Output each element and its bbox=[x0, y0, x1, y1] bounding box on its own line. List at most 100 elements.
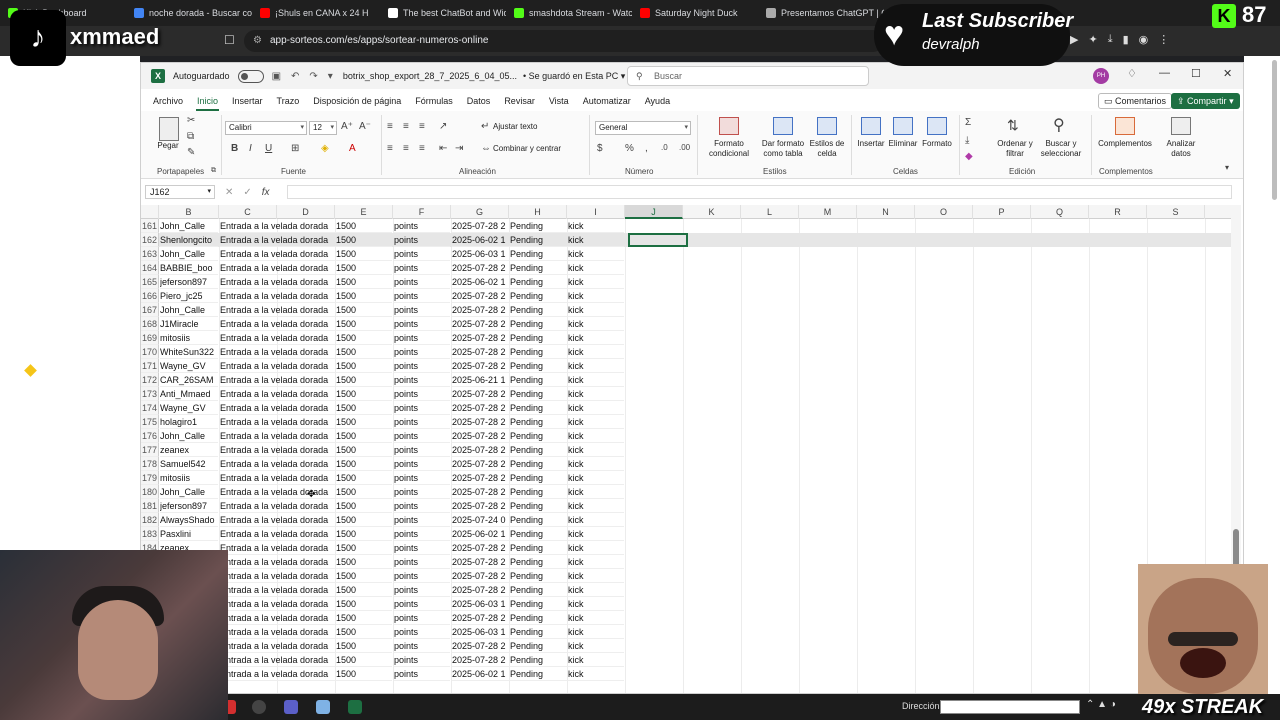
cell-date[interactable]: 2025-07-28 2 bbox=[452, 499, 510, 513]
underline-icon[interactable]: U bbox=[265, 143, 272, 154]
cell-status[interactable]: Pending bbox=[510, 401, 568, 415]
cell-platform[interactable]: kick bbox=[568, 415, 624, 429]
cell-item[interactable]: Entrada a la velada dorada bbox=[220, 457, 338, 471]
align-center-icon[interactable]: ≡ bbox=[403, 143, 409, 154]
cell-platform[interactable]: kick bbox=[568, 219, 624, 233]
cell-cost[interactable]: 1500 bbox=[336, 485, 392, 499]
cell-type[interactable]: points bbox=[394, 555, 450, 569]
format-table-icon[interactable] bbox=[773, 117, 793, 135]
function-icon[interactable]: fx bbox=[262, 187, 270, 198]
row-number[interactable]: 178 bbox=[141, 457, 159, 471]
comments-button[interactable]: ▭ Comentarios bbox=[1098, 93, 1173, 109]
sort-filter-icon[interactable]: ⇅ bbox=[1007, 117, 1019, 134]
cell-date[interactable]: 2025-06-02 1 bbox=[452, 275, 510, 289]
cell-date[interactable]: 2025-07-28 2 bbox=[452, 317, 510, 331]
maximize-icon[interactable]: ☐ bbox=[1191, 67, 1201, 80]
cell-platform[interactable]: kick bbox=[568, 317, 624, 331]
row-number[interactable]: 174 bbox=[141, 401, 159, 415]
cell-date[interactable]: 2025-07-28 2 bbox=[452, 331, 510, 345]
column-header[interactable]: D bbox=[277, 205, 335, 219]
cell-date[interactable]: 2025-07-28 2 bbox=[452, 261, 510, 275]
increase-font-icon[interactable]: A⁺ bbox=[341, 121, 353, 132]
cell-platform[interactable]: kick bbox=[568, 289, 624, 303]
cell-item[interactable]: Entrada a la velada dorada bbox=[220, 443, 338, 457]
column-header[interactable]: B bbox=[159, 205, 219, 219]
cell-platform[interactable]: kick bbox=[568, 331, 624, 345]
cell-status[interactable]: Pending bbox=[510, 499, 568, 513]
merge-center-button[interactable]: Combinar y centrar bbox=[493, 144, 561, 154]
percent-icon[interactable]: % bbox=[625, 143, 634, 154]
menu-icon[interactable]: ⋮ bbox=[1158, 33, 1169, 46]
comma-style-icon[interactable]: , bbox=[645, 143, 648, 154]
fill-icon[interactable]: ⤓ bbox=[965, 135, 969, 146]
table-row[interactable]: 163 John_Calle Entrada a la velada dorada 1… bbox=[141, 247, 1231, 261]
cell-type[interactable]: points bbox=[394, 569, 450, 583]
formula-input[interactable] bbox=[287, 185, 1232, 199]
cell-user[interactable]: John_Calle bbox=[160, 247, 218, 261]
browser-tab[interactable]: Saturday Night Duck bbox=[632, 0, 758, 26]
table-row[interactable]: 165 jeferson897 Entrada a la velada dorada… bbox=[141, 275, 1231, 289]
cell-item[interactable]: Entrada a la velada dorada bbox=[220, 569, 338, 583]
bold-icon[interactable]: B bbox=[231, 143, 238, 154]
align-left-icon[interactable]: ≡ bbox=[387, 143, 393, 154]
cell-cost[interactable]: 1500 bbox=[336, 429, 392, 443]
analyze-data-icon[interactable] bbox=[1171, 117, 1191, 135]
cell-cost[interactable]: 1500 bbox=[336, 261, 392, 275]
row-number[interactable]: 175 bbox=[141, 415, 159, 429]
cell-cost[interactable]: 1500 bbox=[336, 583, 392, 597]
column-header[interactable]: E bbox=[335, 205, 393, 219]
cell-item[interactable]: Entrada a la velada dorada bbox=[220, 415, 338, 429]
row-number[interactable]: 167 bbox=[141, 303, 159, 317]
cell-type[interactable]: points bbox=[394, 303, 450, 317]
spreadsheet-grid[interactable]: BCDEFGHIJKLMNOPQRS 161 John_Calle Entrada … bbox=[141, 205, 1241, 693]
cell-platform[interactable]: kick bbox=[568, 359, 624, 373]
cell-styles-icon[interactable] bbox=[817, 117, 837, 135]
cell-date[interactable]: 2025-06-02 1 bbox=[452, 527, 510, 541]
wrap-text-button[interactable]: Ajustar texto bbox=[493, 122, 537, 132]
column-header[interactable]: Q bbox=[1031, 205, 1089, 219]
cell-status[interactable]: Pending bbox=[510, 289, 568, 303]
table-row[interactable]: 164 BABBIE_boo Entrada a la velada dorada 1… bbox=[141, 261, 1231, 275]
column-header[interactable]: H bbox=[509, 205, 567, 219]
table-row[interactable]: Entrada a la velada dorada 1500 points 2025… bbox=[141, 597, 1231, 611]
cell-type[interactable]: points bbox=[394, 471, 450, 485]
cell-date[interactable]: 2025-06-21 1 bbox=[452, 373, 510, 387]
selected-cell[interactable] bbox=[628, 233, 688, 247]
cell-type[interactable]: points bbox=[394, 429, 450, 443]
cell-cost[interactable]: 1500 bbox=[336, 597, 392, 611]
table-row[interactable]: 166 Piero_jc25 Entrada a la velada dorada 1… bbox=[141, 289, 1231, 303]
column-header[interactable]: J bbox=[625, 205, 683, 219]
cell-cost[interactable]: 1500 bbox=[336, 443, 392, 457]
share-button[interactable]: ⇪ Compartir ▾ bbox=[1171, 93, 1240, 109]
cell-type[interactable]: points bbox=[394, 639, 450, 653]
column-header[interactable]: O bbox=[915, 205, 973, 219]
cell-date[interactable]: 2025-07-24 0 bbox=[452, 513, 510, 527]
browser-tab[interactable]: smashdota Stream - Watc bbox=[506, 0, 632, 26]
row-number[interactable]: 172 bbox=[141, 373, 159, 387]
cell-cost[interactable]: 1500 bbox=[336, 513, 392, 527]
cell-platform[interactable]: kick bbox=[568, 527, 624, 541]
cell-cost[interactable]: 1500 bbox=[336, 359, 392, 373]
cell-type[interactable]: points bbox=[394, 513, 450, 527]
cell-platform[interactable]: kick bbox=[568, 233, 624, 247]
cell-date[interactable]: 2025-06-03 1 bbox=[452, 625, 510, 639]
cell-platform[interactable]: kick bbox=[568, 653, 624, 667]
table-row[interactable]: 171 Wayne_GV Entrada a la velada dorada 150… bbox=[141, 359, 1231, 373]
ribbon-tab[interactable]: Ayuda bbox=[638, 91, 677, 111]
cell-user[interactable]: Piero_jc25 bbox=[160, 289, 218, 303]
cut-icon[interactable]: ✂ bbox=[187, 115, 195, 126]
cell-item[interactable]: Entrada a la velada dorada bbox=[220, 429, 338, 443]
system-tray-icons[interactable]: ⌃ ▲ ◑ bbox=[1086, 699, 1116, 710]
cell-type[interactable]: points bbox=[394, 527, 450, 541]
cell-item[interactable]: Entrada a la velada dorada bbox=[220, 639, 338, 653]
cell-cost[interactable]: 1500 bbox=[336, 499, 392, 513]
row-number[interactable]: 161 bbox=[141, 219, 159, 233]
cell-styles-button[interactable]: Estilos de celda bbox=[807, 139, 847, 159]
row-number[interactable]: 181 bbox=[141, 499, 159, 513]
row-number[interactable]: 173 bbox=[141, 387, 159, 401]
borders-icon[interactable]: ⊞ bbox=[291, 143, 299, 154]
cell-user[interactable]: mitosiis bbox=[160, 331, 218, 345]
ribbon-tab[interactable]: Revisar bbox=[497, 91, 542, 111]
cell-item[interactable]: Entrada a la velada dorada bbox=[220, 555, 338, 569]
cell-status[interactable]: Pending bbox=[510, 303, 568, 317]
